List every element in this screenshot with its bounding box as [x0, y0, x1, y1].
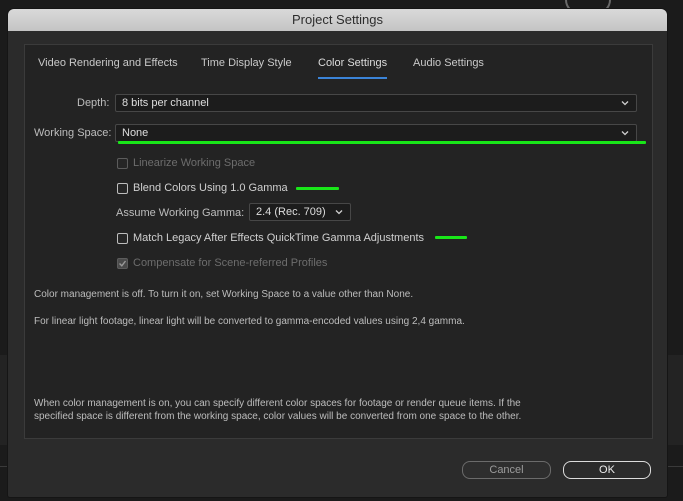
working-space-label: Working Space:: [34, 127, 112, 139]
linearize-checkbox[interactable]: [117, 158, 128, 169]
match-legacy-label: Match Legacy After Effects QuickTime Gam…: [133, 232, 425, 244]
chevron-down-icon: [621, 101, 629, 106]
info-text-color-management: Color management is off. To turn it on, …: [34, 289, 414, 300]
tab-bar: Video Rendering and Effects Time Display…: [25, 57, 652, 79]
info-text-linear-light: For linear light footage, linear light w…: [34, 316, 465, 327]
depth-label: Depth:: [77, 97, 110, 109]
gamma-select[interactable]: 2.4 (Rec. 709): [249, 203, 351, 221]
chevron-down-icon: [621, 131, 629, 136]
depth-value: 8 bits per channel: [122, 97, 209, 109]
dialog-title: Project Settings: [291, 12, 384, 27]
annotation-underline: [118, 141, 646, 144]
tab-video-rendering-and-effects[interactable]: Video Rendering and Effects: [38, 57, 178, 69]
blend-colors-checkbox[interactable]: [117, 183, 128, 194]
working-space-value: None: [122, 127, 149, 139]
blend-colors-label: Blend Colors Using 1.0 Gamma: [133, 182, 288, 194]
working-space-select[interactable]: None: [115, 124, 637, 142]
checkmark-icon: [119, 260, 127, 267]
compensate-label: Compensate for Scene-referred Profiles: [133, 257, 328, 269]
chevron-down-icon: [335, 210, 343, 215]
tab-audio-settings[interactable]: Audio Settings: [413, 57, 484, 69]
compensate-checkbox[interactable]: [117, 258, 128, 269]
gamma-value: 2.4 (Rec. 709): [256, 206, 326, 218]
tab-time-display-style[interactable]: Time Display Style: [201, 57, 292, 69]
assume-gamma-label: Assume Working Gamma:: [116, 207, 245, 219]
footnote-text: When color management is on, you can spe…: [34, 398, 522, 422]
cancel-button[interactable]: Cancel: [462, 461, 551, 479]
dialog-titlebar[interactable]: Project Settings: [8, 9, 667, 31]
annotation-underline: [296, 187, 339, 190]
linearize-label: Linearize Working Space: [133, 157, 256, 169]
annotation-underline: [435, 236, 467, 239]
settings-panel: Video Rendering and Effects Time Display…: [24, 44, 653, 439]
tab-color-settings[interactable]: Color Settings: [318, 57, 388, 79]
background-panel-right: [667, 355, 683, 445]
ok-button[interactable]: OK: [563, 461, 651, 479]
project-settings-dialog: Project Settings Video Rendering and Eff…: [8, 9, 667, 497]
match-legacy-checkbox[interactable]: [117, 233, 128, 244]
background-panel-left: [0, 355, 8, 445]
depth-select[interactable]: 8 bits per channel: [115, 94, 637, 112]
